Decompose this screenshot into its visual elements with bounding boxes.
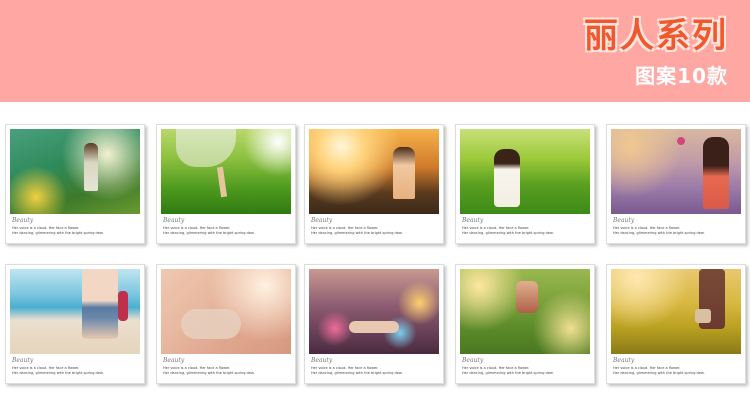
caption-line-2: Her dancing, glimmering with the bright … bbox=[462, 371, 554, 375]
photo-rapeseed-field bbox=[611, 269, 741, 354]
caption-title: Beauty bbox=[311, 217, 333, 224]
caption-line-2: Her dancing, glimmering with the bright … bbox=[311, 371, 403, 375]
caption-line-1: Her voice is a cloud. Her face a flower. bbox=[311, 226, 379, 230]
postcard-5[interactable]: Beauty Her voice is a cloud. Her face a … bbox=[606, 124, 746, 244]
postcard-7[interactable]: Beauty Her voice is a cloud. Her face a … bbox=[156, 264, 296, 384]
postcard-2[interactable]: Beauty Her voice is a cloud. Her face a … bbox=[156, 124, 296, 244]
caption-line-2: Her dancing, glimmering with the bright … bbox=[613, 231, 705, 235]
caption-line-1: Her voice is a cloud. Her face a flower. bbox=[163, 226, 231, 230]
postcard-10[interactable]: Beauty Her voice is a cloud. Her face a … bbox=[606, 264, 746, 384]
postcard-8[interactable]: Beauty Her voice is a cloud. Her face a … bbox=[304, 264, 444, 384]
photo-girl-meadow bbox=[460, 129, 590, 214]
caption-title: Beauty bbox=[12, 357, 34, 364]
photo-beach-girl bbox=[10, 269, 140, 354]
photo-sunset-girl bbox=[309, 129, 439, 214]
caption-title: Beauty bbox=[311, 357, 333, 364]
caption-title: Beauty bbox=[163, 217, 185, 224]
caption-line-2: Her dancing, glimmering with the bright … bbox=[163, 231, 255, 235]
caption-title: Beauty bbox=[12, 217, 34, 224]
postcard-6[interactable]: Beauty Her voice is a cloud. Her face a … bbox=[5, 264, 145, 384]
caption-line-2: Her dancing, glimmering with the bright … bbox=[163, 371, 255, 375]
postcard-9[interactable]: Beauty Her voice is a cloud. Her face a … bbox=[455, 264, 595, 384]
caption-line-1: Her voice is a cloud. Her face a flower. bbox=[613, 226, 681, 230]
caption-title: Beauty bbox=[613, 217, 635, 224]
caption-line-1: Her voice is a cloud. Her face a flower. bbox=[12, 366, 80, 370]
postcard-3[interactable]: Beauty Her voice is a cloud. Her face a … bbox=[304, 124, 444, 244]
card-grid: Beauty Her voice is a cloud. Her face a … bbox=[0, 102, 750, 411]
caption-title: Beauty bbox=[163, 357, 185, 364]
caption-line-1: Her voice is a cloud. Her face a flower. bbox=[462, 366, 530, 370]
caption-line-1: Her voice is a cloud. Her face a flower. bbox=[12, 226, 80, 230]
caption-line-1: Her voice is a cloud. Her face a flower. bbox=[311, 366, 379, 370]
caption-line-2: Her dancing, glimmering with the bright … bbox=[12, 371, 104, 375]
photo-lantern-glow bbox=[460, 269, 590, 354]
photo-bokeh-lights bbox=[309, 269, 439, 354]
caption-line-2: Her dancing, glimmering with the bright … bbox=[12, 231, 104, 235]
caption-line-1: Her voice is a cloud. Her face a flower. bbox=[613, 366, 681, 370]
caption-title: Beauty bbox=[462, 217, 484, 224]
caption-title: Beauty bbox=[613, 357, 635, 364]
photo-dress-in-grass bbox=[161, 129, 291, 214]
page-title: 丽人系列 bbox=[584, 16, 728, 56]
caption-line-2: Her dancing, glimmering with the bright … bbox=[613, 371, 705, 375]
photo-girl-in-garden bbox=[10, 129, 140, 214]
header-banner: 丽人系列 图案10款 bbox=[0, 0, 750, 104]
caption-title: Beauty bbox=[462, 357, 484, 364]
postcard-4[interactable]: Beauty Her voice is a cloud. Her face a … bbox=[455, 124, 595, 244]
caption-line-2: Her dancing, glimmering with the bright … bbox=[311, 231, 403, 235]
photo-lavender-field bbox=[611, 129, 741, 214]
photo-scarf-closeup bbox=[161, 269, 291, 354]
postcard-1[interactable]: Beauty Her voice is a cloud. Her face a … bbox=[5, 124, 145, 244]
caption-line-1: Her voice is a cloud. Her face a flower. bbox=[462, 226, 530, 230]
caption-line-2: Her dancing, glimmering with the bright … bbox=[462, 231, 554, 235]
caption-line-1: Her voice is a cloud. Her face a flower. bbox=[163, 366, 231, 370]
page-subtitle: 图案10款 bbox=[635, 64, 728, 88]
